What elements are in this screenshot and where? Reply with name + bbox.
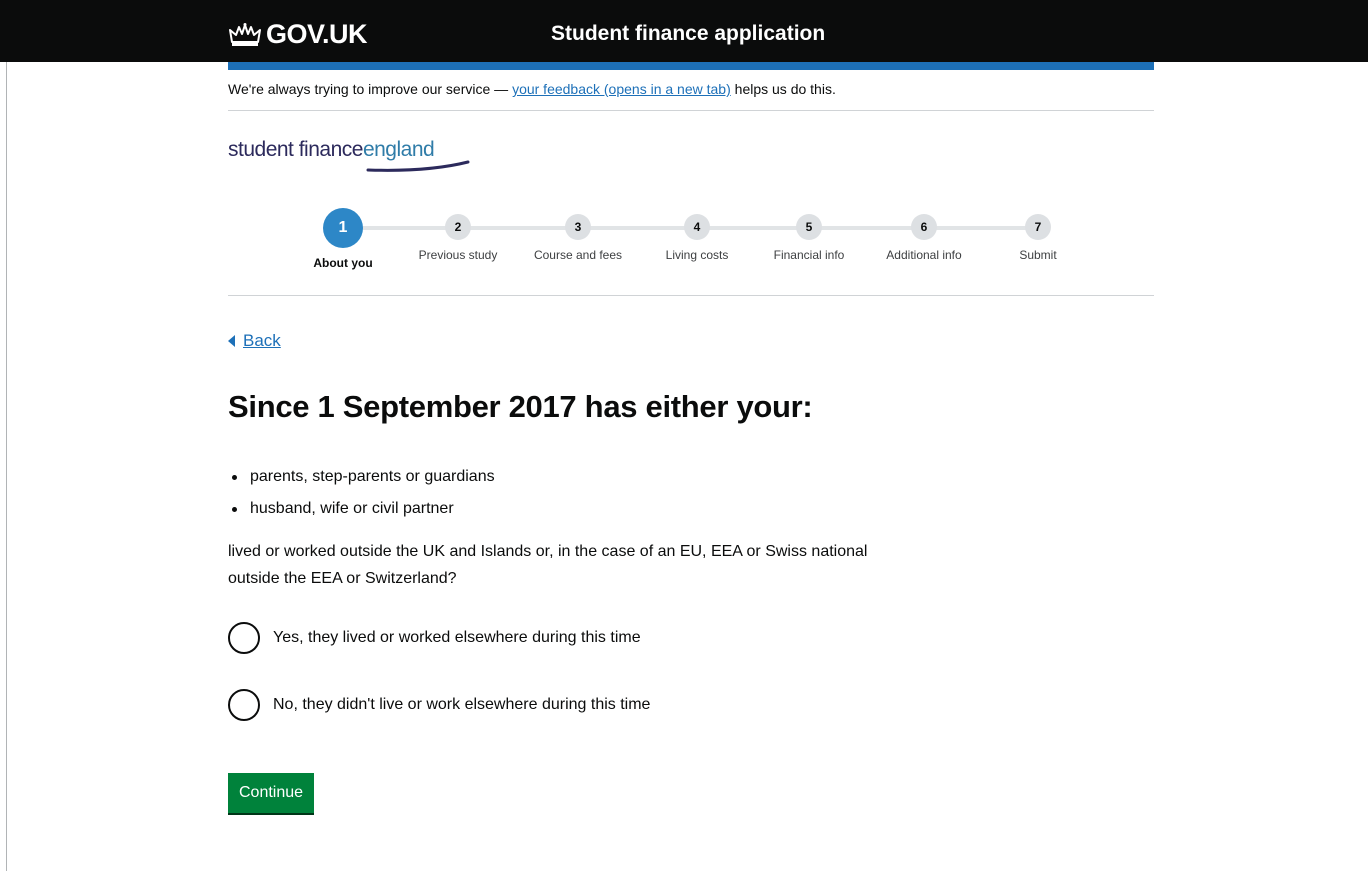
step-financial-info: 5 Financial info	[749, 208, 869, 262]
step-additional-info: 6 Additional info	[864, 208, 984, 262]
back-arrow-icon	[228, 335, 235, 347]
student-finance-england-logo: student financeengland	[228, 138, 478, 178]
step-label: Previous study	[418, 248, 498, 262]
window-edge	[6, 0, 7, 871]
step-number: 4	[684, 214, 710, 240]
page-heading: Since 1 September 2017 has either your:	[228, 389, 813, 424]
step-number: 7	[1025, 214, 1051, 240]
continue-button[interactable]: Continue	[228, 773, 315, 813]
step-label: Living costs	[665, 248, 729, 262]
step-number: 5	[796, 214, 822, 240]
feedback-link[interactable]: your feedback (opens in a new tab)	[512, 81, 731, 97]
step-course-and-fees: 3 Course and fees	[518, 208, 638, 262]
step-number: 1	[323, 208, 363, 248]
question-text: lived or worked outside the UK and Islan…	[228, 543, 868, 587]
header-blue-bar	[228, 62, 1154, 70]
radio-button-yes[interactable]	[228, 622, 260, 654]
step-label: Course and fees	[533, 248, 623, 262]
feedback-prefix: We're always trying to improve our servi…	[228, 81, 513, 97]
list-item: parents, step-parents or guardians	[228, 465, 495, 497]
step-label: Additional info	[886, 248, 962, 262]
step-number: 6	[911, 214, 937, 240]
radio-label-yes[interactable]: Yes, they lived or worked elsewhere duri…	[273, 629, 641, 647]
crown-icon	[229, 22, 261, 46]
step-label: Submit	[1019, 248, 1057, 262]
back-link[interactable]: Back	[228, 331, 281, 351]
banner-divider	[228, 110, 1154, 111]
service-name-link[interactable]: Student finance application	[551, 22, 825, 46]
step-previous-study: 2 Previous study	[398, 208, 518, 262]
feedback-suffix: helps us do this.	[730, 81, 836, 97]
feedback-banner: We're always trying to improve our servi…	[228, 81, 836, 97]
sfe-swoosh-icon	[366, 160, 470, 172]
govuk-header: GOV.UK Student finance application	[0, 0, 1368, 62]
back-link-label: Back	[243, 331, 281, 350]
step-label: Financial info	[773, 248, 845, 262]
steps-divider	[228, 295, 1154, 296]
list-item: husband, wife or civil partner	[228, 497, 495, 529]
radio-option-yes[interactable]: Yes, they lived or worked elsewhere duri…	[228, 622, 641, 654]
govuk-logo-link[interactable]: GOV.UK	[228, 19, 368, 50]
step-submit: 7 Submit	[978, 208, 1098, 262]
radio-label-no[interactable]: No, they didn't live or work elsewhere d…	[273, 696, 650, 714]
relationship-list: parents, step-parents or guardians husba…	[228, 465, 495, 529]
radio-option-no[interactable]: No, they didn't live or work elsewhere d…	[228, 689, 650, 721]
govuk-logo-text: GOV.UK	[266, 19, 368, 49]
step-number: 3	[565, 214, 591, 240]
radio-button-no[interactable]	[228, 689, 260, 721]
step-living-costs: 4 Living costs	[637, 208, 757, 262]
step-label: About you	[313, 256, 373, 270]
step-about-you: 1 About you	[283, 208, 403, 270]
step-number: 2	[445, 214, 471, 240]
